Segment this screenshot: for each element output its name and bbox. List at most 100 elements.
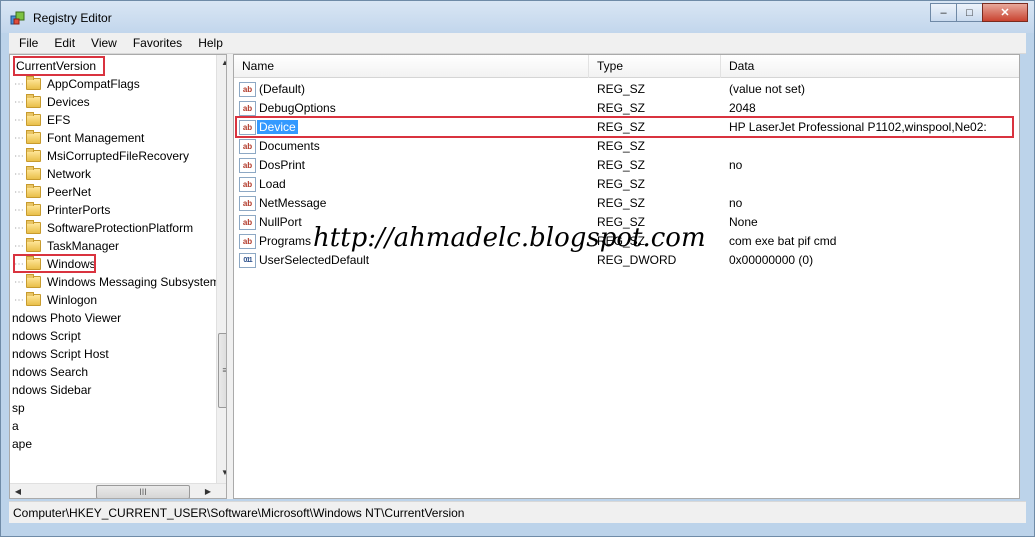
table-row[interactable]: ab Documents REG_SZ [234, 137, 1019, 156]
string-value-icon: ab [239, 196, 256, 211]
tree-item-label: Windows Messaging Subsystem [47, 275, 220, 289]
tree-item[interactable]: ⋯ Windows Messaging Subsystem [14, 273, 220, 291]
tree-item[interactable]: a [12, 417, 19, 435]
scroll-thumb[interactable]: III [96, 485, 190, 498]
tree-item[interactable]: ndows Script [12, 327, 81, 345]
tree-item[interactable]: sp [12, 399, 25, 417]
minimize-button[interactable]: – [930, 3, 957, 22]
value-type: REG_SZ [597, 196, 646, 210]
table-row[interactable]: ab DosPrint REG_SZ no [234, 156, 1019, 175]
tree-item-label: ndows Script [12, 329, 81, 343]
scroll-down-arrow-icon[interactable]: ▼ [217, 465, 226, 481]
value-data: no [729, 158, 743, 172]
value-name: NullPort [259, 215, 302, 229]
tree-item-label: ndows Script Host [12, 347, 109, 361]
folder-icon [26, 130, 41, 144]
value-type: REG_SZ [597, 139, 646, 153]
tree-item[interactable]: ndows Script Host [12, 345, 109, 363]
highlight-box-device-row [235, 116, 1014, 138]
scroll-left-arrow-icon[interactable]: ◀ [10, 484, 26, 498]
tree-item-label: PeerNet [47, 185, 92, 199]
tree-item[interactable]: ⋯ SoftwareProtectionPlatform [14, 219, 193, 237]
folder-icon [26, 76, 41, 90]
string-value-icon: ab [239, 234, 256, 249]
menu-help[interactable]: Help [188, 36, 229, 50]
menu-view[interactable]: View [81, 36, 123, 50]
tree-item[interactable]: ⋯ MsiCorruptedFileRecovery [14, 147, 189, 165]
scroll-right-arrow-icon[interactable]: ▶ [200, 484, 216, 498]
string-value-icon: ab [239, 158, 256, 173]
tree-item-label: Winlogon [47, 293, 98, 307]
value-data: 0x00000000 (0) [729, 253, 814, 267]
value-name: NetMessage [259, 196, 327, 210]
table-row[interactable]: ab NetMessage REG_SZ no [234, 194, 1019, 213]
tree-item[interactable]: ⋯ Devices [14, 93, 90, 111]
scroll-thumb[interactable]: ≡ [218, 333, 226, 408]
tree-item[interactable]: ndows Search [12, 363, 88, 381]
tree-item-label: PrinterPorts [47, 203, 111, 217]
tree-item[interactable]: ndows Sidebar [12, 381, 91, 399]
watermark-text: http://ahmadelc.blogspot.com [313, 223, 706, 253]
tree-item-label: Devices [47, 95, 90, 109]
folder-icon [26, 274, 41, 288]
folder-icon [26, 220, 41, 234]
tree-item[interactable]: ⋯ PeerNet [14, 183, 91, 201]
tree-vertical-scrollbar[interactable]: ▲ ≡ ▼ [216, 55, 226, 483]
tree-item-label: sp [12, 401, 25, 415]
tree-item-label: Network [47, 167, 92, 181]
value-data: no [729, 196, 743, 210]
menu-edit[interactable]: Edit [44, 36, 81, 50]
column-header-type[interactable]: Type [589, 55, 721, 78]
tree-horizontal-scrollbar[interactable]: ◀ III ▶ [10, 483, 226, 498]
tree-item[interactable]: ⋯ Font Management [14, 129, 144, 147]
table-row[interactable]: ab Load REG_SZ [234, 175, 1019, 194]
list-header: Name Type Data [234, 55, 1019, 78]
menu-favorites[interactable]: Favorites [123, 36, 188, 50]
tree-item-label: AppCompatFlags [47, 77, 140, 91]
tree-item-label: a [12, 419, 19, 433]
tree-item-label: ndows Sidebar [12, 383, 92, 397]
folder-icon [26, 166, 41, 180]
tree-item[interactable]: ape [12, 435, 32, 453]
restore-button[interactable]: □ [956, 3, 983, 22]
tree-item-label: Font Management [47, 131, 145, 145]
menu-file[interactable]: File [9, 36, 44, 50]
tree-item[interactable]: ⋯ Network [14, 165, 91, 183]
close-button[interactable]: ✕ [982, 3, 1028, 22]
binary-value-icon: 011 [239, 253, 256, 268]
registry-editor-window: Registry Editor – □ ✕ File Edit View Fav… [0, 0, 1035, 537]
scroll-up-arrow-icon[interactable]: ▲ [217, 55, 226, 71]
folder-icon [26, 184, 41, 198]
string-value-icon: ab [239, 101, 256, 116]
column-header-name[interactable]: Name [234, 55, 589, 78]
tree-item[interactable]: ⋯ TaskManager [14, 237, 119, 255]
title-bar[interactable]: Registry Editor – □ ✕ [1, 1, 1034, 33]
string-value-icon: ab [239, 177, 256, 192]
value-name: UserSelectedDefault [259, 253, 370, 267]
tree-item-label: ape [12, 437, 33, 451]
tree-item-label: ndows Search [12, 365, 89, 379]
column-header-data[interactable]: Data [721, 55, 1019, 78]
table-row[interactable]: 011 UserSelectedDefault REG_DWORD 0x0000… [234, 251, 1019, 270]
tree-item-label: EFS [47, 113, 71, 127]
value-data: (value not set) [729, 82, 806, 96]
tree-item[interactable]: ⋯ Winlogon [14, 291, 97, 309]
value-name: (Default) [259, 82, 306, 96]
tree-item[interactable]: ndows Photo Viewer [12, 309, 121, 327]
highlight-box-windows [13, 254, 96, 273]
string-value-icon: ab [239, 82, 256, 97]
tree-item[interactable]: ⋯ EFS [14, 111, 70, 129]
values-list-pane[interactable]: Name Type Data ab (Default) REG_SZ (valu… [233, 54, 1020, 499]
table-row[interactable]: ab (Default) REG_SZ (value not set) [234, 80, 1019, 99]
tree-item-label: TaskManager [47, 239, 120, 253]
folder-icon [26, 94, 41, 108]
value-data: com exe bat pif cmd [729, 234, 837, 248]
value-name: Documents [259, 139, 320, 153]
folder-icon [26, 238, 41, 252]
menu-bar: File Edit View Favorites Help [9, 33, 1026, 54]
tree-item[interactable]: ⋯ PrinterPorts [14, 201, 110, 219]
key-tree-pane[interactable]: CurrentVersion ⋯ AppCompatFlags ⋯ Devices … [9, 54, 227, 499]
registry-editor-icon [10, 11, 25, 25]
tree-item[interactable]: ⋯ AppCompatFlags [14, 75, 140, 93]
window-title: Registry Editor [33, 11, 112, 25]
